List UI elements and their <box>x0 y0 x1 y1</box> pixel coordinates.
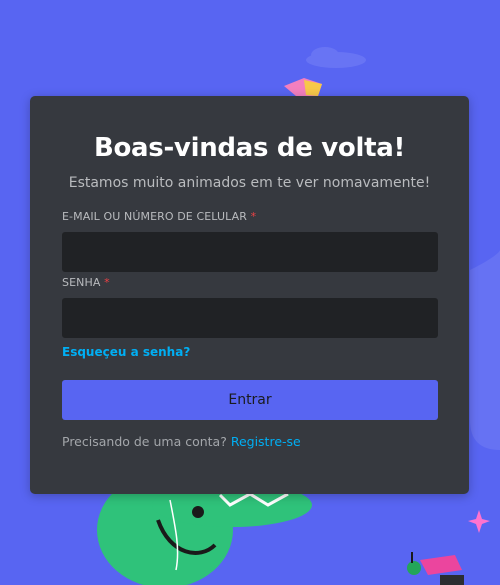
required-mark: * <box>250 210 257 223</box>
password-label: SENHA * <box>62 276 437 290</box>
required-mark: * <box>104 276 110 289</box>
login-card: Boas-vindas de volta! Estamos muito anim… <box>30 96 469 494</box>
email-label-text: E-MAIL OU NÚMERO DE CELULAR <box>62 210 247 223</box>
login-button[interactable]: Entrar <box>62 380 438 420</box>
password-label-text: SENHA <box>62 276 101 289</box>
password-input[interactable] <box>62 298 438 338</box>
forgot-password-link[interactable]: Esqueçeu a senha? <box>62 344 190 360</box>
register-prompt-text: Precisando de uma conta? <box>62 434 227 449</box>
large-cloud-shape <box>470 250 500 450</box>
page-subtitle: Estamos muito animados em te ver nomavam… <box>68 175 431 191</box>
page-title: Boas-vindas de volta! <box>93 133 406 163</box>
register-link[interactable]: Registre-se <box>231 434 301 449</box>
email-input[interactable] <box>62 232 438 272</box>
email-label: E-MAIL OU NÚMERO DE CELULAR * <box>62 210 437 224</box>
register-prompt: Precisando de uma conta? Registre-se <box>62 434 437 450</box>
